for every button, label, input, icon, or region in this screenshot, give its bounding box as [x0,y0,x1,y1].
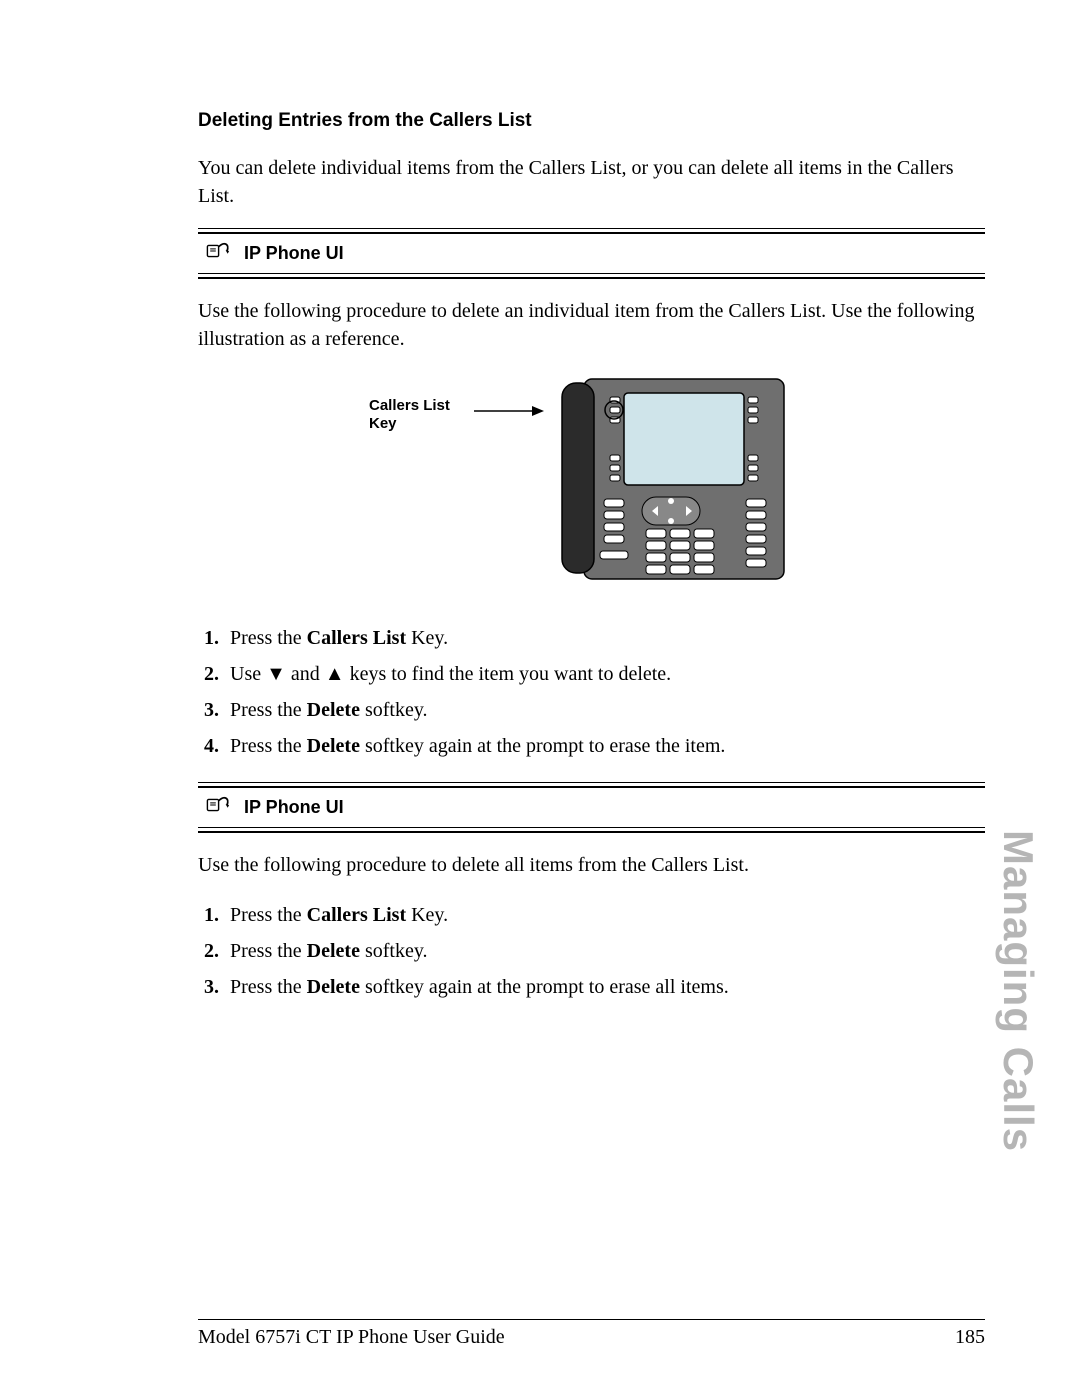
callout-label: IP Phone UI [244,797,344,818]
list-item: Press the Delete softkey again at the pr… [224,728,985,764]
phone-ui-icon [206,794,234,821]
pointer-arrow-icon [474,375,544,430]
list-item: Press the Delete softkey again at the pr… [224,969,985,1005]
section-heading: Deleting Entries from the Callers List [198,110,985,132]
callout-label: IP Phone UI [244,243,344,264]
list-item: Press the Delete softkey. [224,933,985,969]
list-item: Press the Delete softkey. [224,692,985,728]
figure-key-label: Callers List Key [369,375,464,433]
page-footer: Model 6757i CT IP Phone User Guide 185 [198,1319,985,1349]
section-tab: Managing Calls [994,830,1042,1152]
procedure1-steps: Press the Callers List Key. Use ▼ and ▲ … [198,620,985,764]
ip-phone-ui-callout: IP Phone UI [198,228,985,279]
phone-ui-icon [206,240,234,267]
list-item: Use ▼ and ▲ keys to find the item you wa… [224,656,985,692]
intro-paragraph: You can delete individual items from the… [198,154,985,210]
ip-phone-ui-callout: IP Phone UI [198,782,985,833]
list-item: Press the Callers List Key. [224,620,985,656]
phone-device-icon [554,375,814,590]
up-arrow-icon: ▲ [325,663,345,685]
footer-title: Model 6757i CT IP Phone User Guide [198,1326,505,1349]
list-item: Press the Callers List Key. [224,897,985,933]
phone-illustration: Callers List Key [198,375,985,590]
down-arrow-icon: ▼ [266,663,286,685]
procedure1-intro: Use the following procedure to delete an… [198,297,985,353]
procedure2-intro: Use the following procedure to delete al… [198,851,985,879]
page-number: 185 [955,1326,985,1349]
procedure2-steps: Press the Callers List Key. Press the De… [198,897,985,1005]
